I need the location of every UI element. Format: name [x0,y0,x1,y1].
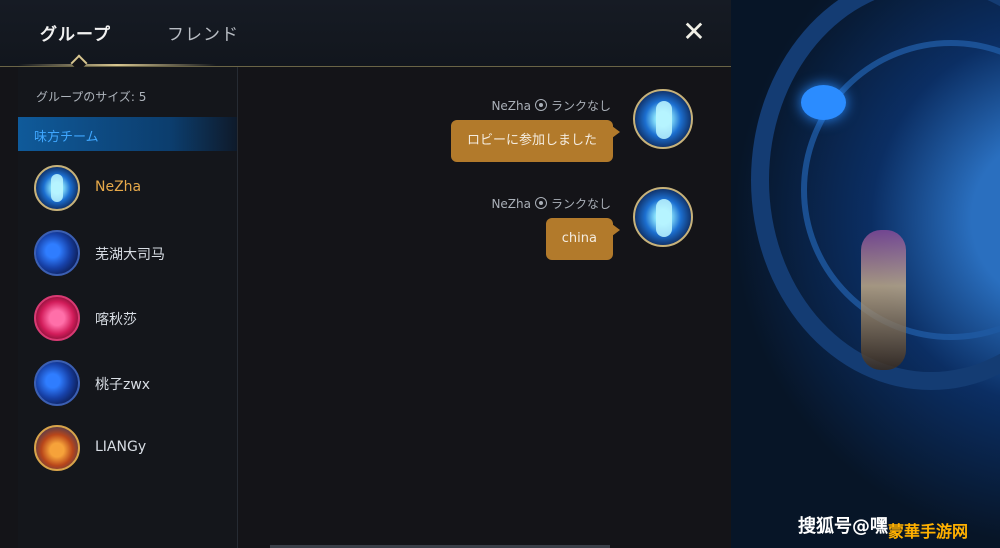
close-button[interactable]: ✕ [680,18,708,46]
avatar[interactable] [34,165,80,211]
message-bubble: china [545,218,621,260]
member-list: グループのサイズ: 5 味方チーム NeZha 芜湖大司马 喀秋莎 桃子zwx … [18,67,238,548]
watermark-logo: 蒙華手游网 [888,522,969,541]
rank-icon [534,99,547,111]
message-text: ロビーに参加しました [466,133,597,148]
game-background [731,0,1000,548]
tab-group[interactable]: グループ [40,20,111,45]
avatar[interactable] [34,230,80,276]
team-header-label: 味方チーム [34,130,99,145]
member-item[interactable]: 桃子zwx [34,360,234,412]
sender-name: NeZha [491,99,531,113]
rank-icon [534,197,547,209]
member-item[interactable]: 芜湖大司马 [34,230,234,282]
blue-glow [801,85,846,120]
member-name: NeZha [95,179,142,195]
avatar[interactable] [34,425,80,471]
message-text: china [561,231,597,246]
sender-name: NeZha [491,197,531,211]
tab-bar: グループ フレンド ✕ [0,0,731,67]
message-bubble: ロビーに参加しました [450,120,621,162]
tab-friend[interactable]: フレンド [167,20,239,45]
member-name: 芜湖大司马 [95,247,165,263]
message-header: NeZha ランクなし [491,195,611,212]
member-item[interactable]: LIANGy [34,425,234,477]
rank-label: ランクなし [550,99,611,113]
avatar[interactable] [34,360,80,406]
member-item[interactable]: 喀秋莎 [34,295,234,347]
chat-panel: グループ フレンド ✕ グループのサイズ: 5 味方チーム NeZha 芜湖大司… [0,0,731,548]
hero-figure [861,230,906,370]
avatar[interactable] [34,295,80,341]
group-size-label: グループのサイズ: 5 [36,90,147,104]
rank-label: ランクなし [550,197,611,211]
member-name: LIANGy [95,439,147,455]
avatar[interactable] [633,89,693,149]
team-header[interactable]: 味方チーム [18,117,237,151]
watermark-text: 搜狐号@嘿 [798,516,888,537]
avatar[interactable] [633,187,693,247]
message-header: NeZha ランクなし [491,97,611,114]
member-name: 喀秋莎 [95,312,137,328]
tab-active-indicator [18,64,216,66]
member-name: 桃子zwx [95,377,151,393]
member-item[interactable]: NeZha [34,165,234,217]
